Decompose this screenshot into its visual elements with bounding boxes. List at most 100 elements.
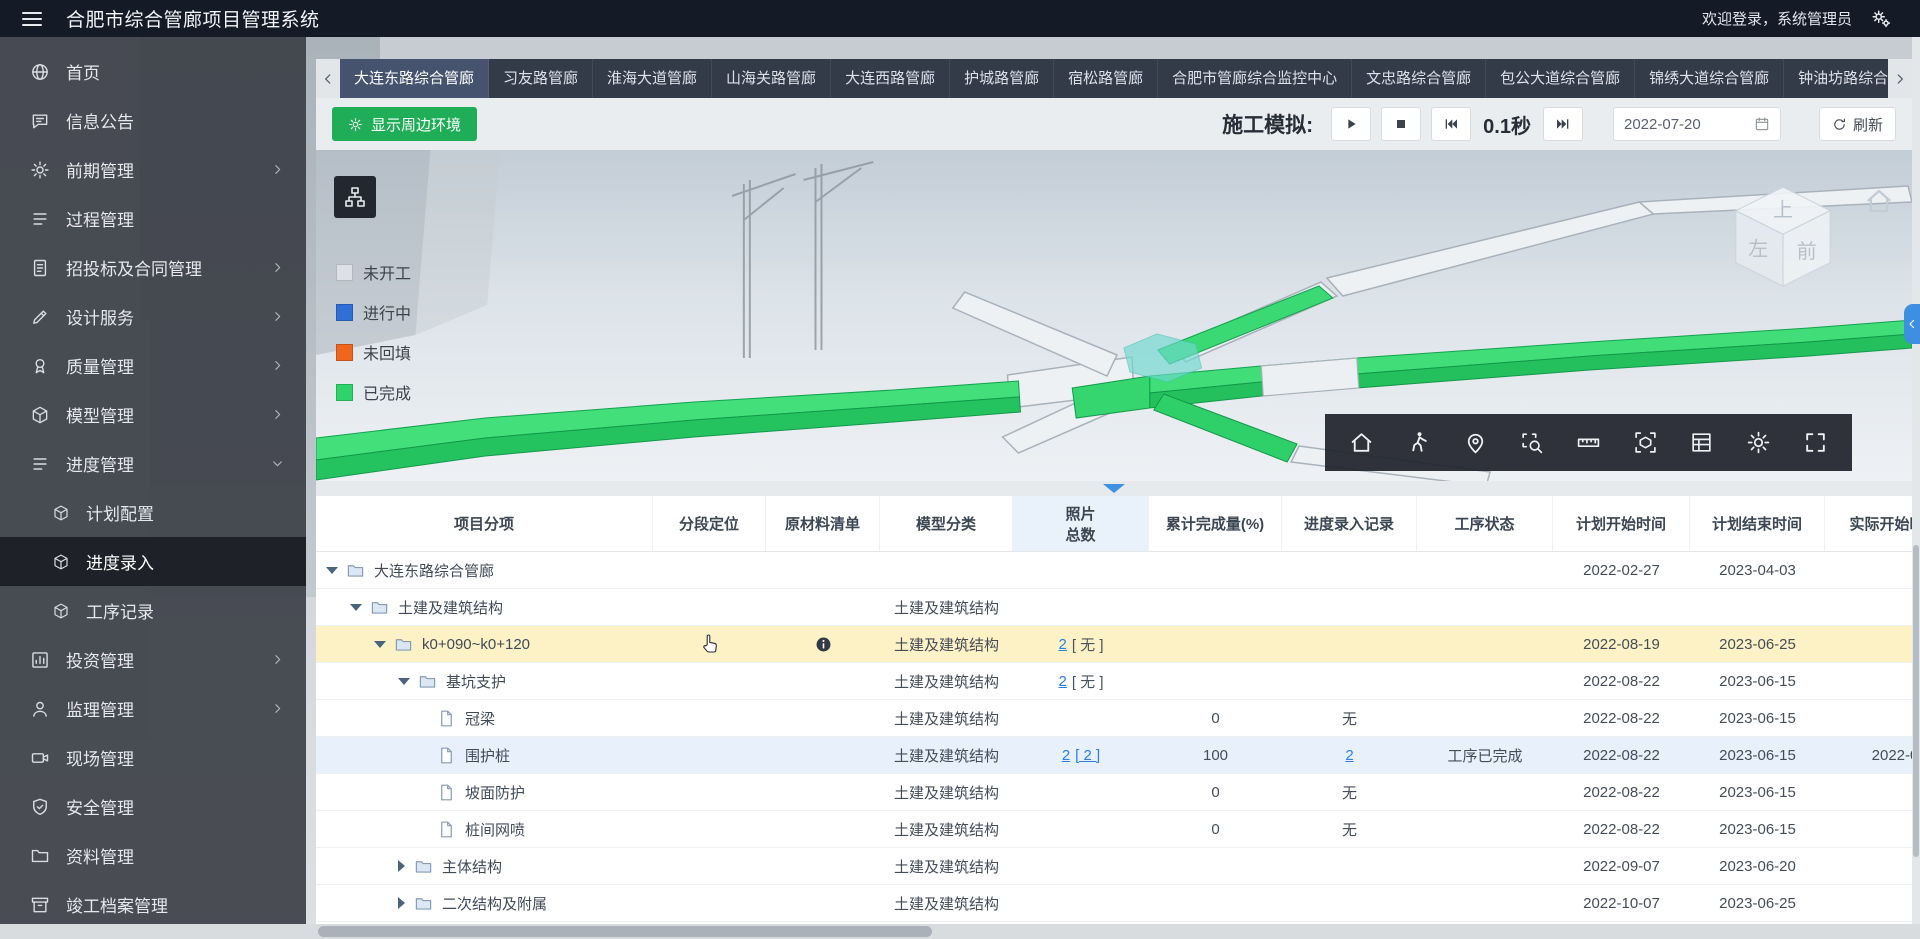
tab-6[interactable]: 护城路管廊 xyxy=(950,59,1054,98)
section-button[interactable] xyxy=(1625,423,1665,463)
expand-arrow-icon[interactable] xyxy=(398,897,405,909)
badge-icon xyxy=(30,356,50,376)
table-row-3[interactable]: k0+090~k0+120土建及建筑结构2[ 无 ]2022-08-192023… xyxy=(316,626,1912,663)
speed-down-button[interactable] xyxy=(1431,107,1471,141)
sidebar-subitem-2[interactable]: 进度录入 xyxy=(0,537,306,586)
sidebar-item-6[interactable]: 设计服务 xyxy=(0,292,306,341)
show-environment-button[interactable]: 显示周边环境 xyxy=(332,107,477,141)
plan-end-cell: 2023-06-15 xyxy=(1690,663,1825,699)
sidebar-item-8[interactable]: 模型管理 xyxy=(0,390,306,439)
photo-count-link[interactable]: 2 xyxy=(1062,747,1070,764)
play-button[interactable] xyxy=(1331,107,1371,141)
tab-8[interactable]: 合肥市管廊综合监控中心 xyxy=(1158,59,1352,98)
stop-button[interactable] xyxy=(1381,107,1421,141)
photo-total-cell xyxy=(1013,589,1149,625)
tabs-scroll-left-button[interactable] xyxy=(316,59,340,98)
collapse-arrow-icon[interactable] xyxy=(350,604,362,611)
model-tree-button[interactable] xyxy=(334,176,376,218)
expand-arrow-icon[interactable] xyxy=(398,860,405,872)
sidebar-subitem-label: 计划配置 xyxy=(86,500,284,525)
sidebar-item-2[interactable]: 信息公告 xyxy=(0,96,306,145)
tab-1[interactable]: 大连东路综合管廊 xyxy=(340,59,489,98)
sidebar-item-11[interactable]: 监理管理 xyxy=(0,684,306,733)
vertical-scroll-thumb[interactable] xyxy=(1913,545,1919,857)
photo-count-link[interactable]: 2 xyxy=(1058,636,1066,653)
view-cube[interactable]: 上 左 前 xyxy=(1724,180,1842,298)
tab-7[interactable]: 宿松路管廊 xyxy=(1054,59,1158,98)
date-picker[interactable]: 2022-07-20 xyxy=(1613,107,1781,141)
tree-cell: 基坑支护 xyxy=(316,663,653,699)
process-status-cell xyxy=(1417,885,1553,921)
record-link[interactable]: 2 xyxy=(1345,747,1353,764)
tab-11[interactable]: 锦绣大道综合管廊 xyxy=(1635,59,1784,98)
sidebar-subitem-3[interactable]: 工序记录 xyxy=(0,586,306,635)
progress-records-cell: 2 xyxy=(1282,737,1417,773)
collapse-arrow-icon[interactable] xyxy=(374,641,386,648)
sidebar-item-3[interactable]: 前期管理 xyxy=(0,145,306,194)
photo-count-link[interactable]: 2 xyxy=(1058,673,1066,690)
tab-4[interactable]: 山海关路管廊 xyxy=(712,59,831,98)
model-class-cell: 土建及建筑结构 xyxy=(880,589,1013,625)
walk-button[interactable] xyxy=(1398,423,1438,463)
tab-10[interactable]: 包公大道综合管廊 xyxy=(1486,59,1635,98)
gear-button[interactable] xyxy=(1739,423,1779,463)
sidebar-item-5[interactable]: 招投标及合同管理 xyxy=(0,243,306,292)
camera-icon xyxy=(30,748,50,768)
tab-3[interactable]: 淮海大道管廊 xyxy=(593,59,712,98)
cumulative-pct-cell xyxy=(1149,589,1282,625)
cumulative-pct-cell: 0 xyxy=(1149,811,1282,847)
sidebar-item-12[interactable]: 现场管理 xyxy=(0,733,306,782)
home-view-icon[interactable] xyxy=(1864,186,1894,216)
table-row-6[interactable]: 围护桩土建及建筑结构2[ 2 ]1002工序已完成2022-08-222023-… xyxy=(316,737,1912,774)
table-row-9[interactable]: 主体结构土建及建筑结构2022-09-072023-06-20 xyxy=(316,848,1912,885)
tabs-scroll-right-button[interactable] xyxy=(1888,59,1912,98)
table-row-1[interactable]: 大连东路综合管廊2022-02-272023-04-03 xyxy=(316,552,1912,589)
viewport-toolbar xyxy=(1325,414,1852,471)
table-row-4[interactable]: 基坑支护土建及建筑结构2[ 无 ]2022-08-222023-06-15 xyxy=(316,663,1912,700)
table-row-5[interactable]: 冠梁土建及建筑结构0无2022-08-222023-06-15 xyxy=(316,700,1912,737)
horizontal-scroll-thumb[interactable] xyxy=(318,926,932,937)
table-row-8[interactable]: 桩间网喷土建及建筑结构0无2022-08-222023-06-15 xyxy=(316,811,1912,848)
home-button[interactable] xyxy=(1342,423,1382,463)
chat-icon xyxy=(30,111,50,131)
fullscreen-button[interactable] xyxy=(1795,423,1835,463)
ruler-button[interactable] xyxy=(1568,423,1608,463)
sidebar-item-10[interactable]: 投资管理 xyxy=(0,635,306,684)
pin-button[interactable] xyxy=(1455,423,1495,463)
horizontal-scrollbar[interactable] xyxy=(0,924,1920,939)
collapse-table-handle[interactable] xyxy=(1103,484,1125,493)
vertical-scrollbar[interactable] xyxy=(1912,37,1920,924)
right-panel-toggle[interactable] xyxy=(1904,304,1920,344)
refresh-button[interactable]: 刷新 xyxy=(1819,107,1896,141)
select-box-button[interactable] xyxy=(1512,423,1552,463)
tab-2[interactable]: 习友路管廊 xyxy=(489,59,593,98)
collapse-arrow-icon[interactable] xyxy=(326,567,338,574)
sidebar-item-4[interactable]: 过程管理 xyxy=(0,194,306,243)
segment-location-cell xyxy=(653,885,766,921)
sidebar-item-1[interactable]: 首页 xyxy=(0,47,306,96)
tab-9[interactable]: 文忠路综合管廊 xyxy=(1352,59,1486,98)
settings-gears-icon[interactable] xyxy=(1870,8,1892,30)
process-status-cell xyxy=(1417,700,1553,736)
sidebar-item-9[interactable]: 进度管理 xyxy=(0,439,306,488)
viewport-3d[interactable]: 未开工进行中未回填已完成 上 左 前 xyxy=(316,150,1912,481)
table-row-10[interactable]: 二次结构及附属土建及建筑结构2022-10-072023-06-25 xyxy=(316,885,1912,922)
tab-12[interactable]: 钟油坊路综合管廊 xyxy=(1784,59,1888,98)
shield-icon xyxy=(30,797,50,817)
actual-start-cell: 2022-0 xyxy=(1825,737,1912,773)
sidebar-subitem-1[interactable]: 计划配置 xyxy=(0,488,306,537)
sidebar-item-7[interactable]: 质量管理 xyxy=(0,341,306,390)
photo-bracket-text[interactable]: [ 2 ] xyxy=(1075,747,1100,764)
materials-info-button[interactable] xyxy=(814,635,833,654)
menu-toggle-button[interactable] xyxy=(22,8,42,30)
table-row-2[interactable]: 土建及建筑结构土建及建筑结构 xyxy=(316,589,1912,626)
table-row-7[interactable]: 坡面防护土建及建筑结构0无2022-08-222023-06-15 xyxy=(316,774,1912,811)
speed-up-button[interactable] xyxy=(1543,107,1583,141)
clipboard-button[interactable] xyxy=(1682,423,1722,463)
collapse-arrow-icon[interactable] xyxy=(398,678,410,685)
sidebar-item-15[interactable]: 竣工档案管理 xyxy=(0,880,306,924)
actual-start-cell xyxy=(1825,589,1912,625)
tab-5[interactable]: 大连西路管廊 xyxy=(831,59,950,98)
sidebar-item-14[interactable]: 资料管理 xyxy=(0,831,306,880)
sidebar-item-13[interactable]: 安全管理 xyxy=(0,782,306,831)
